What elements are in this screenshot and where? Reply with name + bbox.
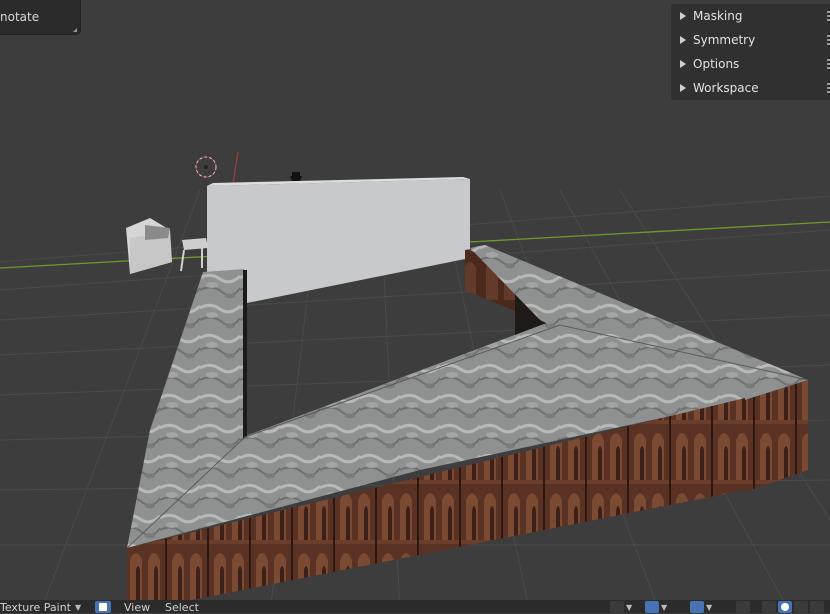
mode-label: Texture Paint — [0, 601, 71, 614]
overlays-toggle[interactable]: ▼ — [690, 601, 712, 613]
gizmo-toggle[interactable]: ▼ — [645, 601, 667, 613]
last-operator-label: notate — [0, 10, 40, 24]
rendered-shading-icon[interactable] — [810, 601, 824, 613]
disclosure-triangle-icon — [680, 84, 686, 92]
disclosure-triangle-icon — [680, 36, 686, 44]
section-workspace[interactable]: Workspace — [671, 76, 830, 100]
visibility-toggle[interactable]: ▼ — [610, 601, 632, 613]
disclosure-triangle-icon — [680, 12, 686, 20]
section-label: Symmetry — [693, 33, 756, 47]
disclosure-triangle-icon — [680, 60, 686, 68]
solid-shading-icon[interactable] — [778, 601, 792, 613]
material-shading-icon[interactable] — [794, 601, 808, 613]
chevron-down-icon: ▼ — [706, 602, 713, 612]
chevron-down-icon: ▼ — [626, 602, 633, 612]
menu-view[interactable]: View — [124, 601, 150, 614]
texture-slot-icon[interactable] — [95, 601, 111, 613]
camera-icon — [290, 172, 302, 181]
appliance-object — [126, 218, 172, 274]
table-object — [180, 238, 208, 272]
eye-icon[interactable] — [610, 601, 624, 613]
chevron-down-icon: ▼ — [661, 602, 668, 612]
chevron-down-icon: ▼ — [74, 603, 82, 612]
section-masking[interactable]: Masking — [671, 4, 830, 28]
tool-settings-panel: Masking Symmetry Options Workspace — [671, 4, 830, 100]
gizmo-icon[interactable] — [645, 601, 659, 613]
last-operator-panel[interactable]: notate — [0, 0, 80, 34]
3d-cursor-icon — [195, 156, 217, 178]
section-options[interactable]: Options — [671, 52, 830, 76]
xray-icon[interactable] — [736, 601, 750, 613]
section-symmetry[interactable]: Symmetry — [671, 28, 830, 52]
section-label: Masking — [693, 9, 743, 23]
wireframe-shading-icon[interactable] — [762, 601, 776, 613]
section-label: Workspace — [693, 81, 759, 95]
panel-resize-corner-icon[interactable] — [73, 28, 77, 32]
mode-selector[interactable]: Texture Paint ▼ — [0, 601, 81, 614]
shading-modes — [762, 601, 826, 613]
viewport-header: Texture Paint ▼ View Select ▼ ▼ ▼ — [0, 600, 830, 614]
menu-select[interactable]: Select — [165, 601, 199, 614]
xray-toggle[interactable] — [736, 601, 752, 613]
section-label: Options — [693, 57, 740, 71]
overlays-icon[interactable] — [690, 601, 704, 613]
